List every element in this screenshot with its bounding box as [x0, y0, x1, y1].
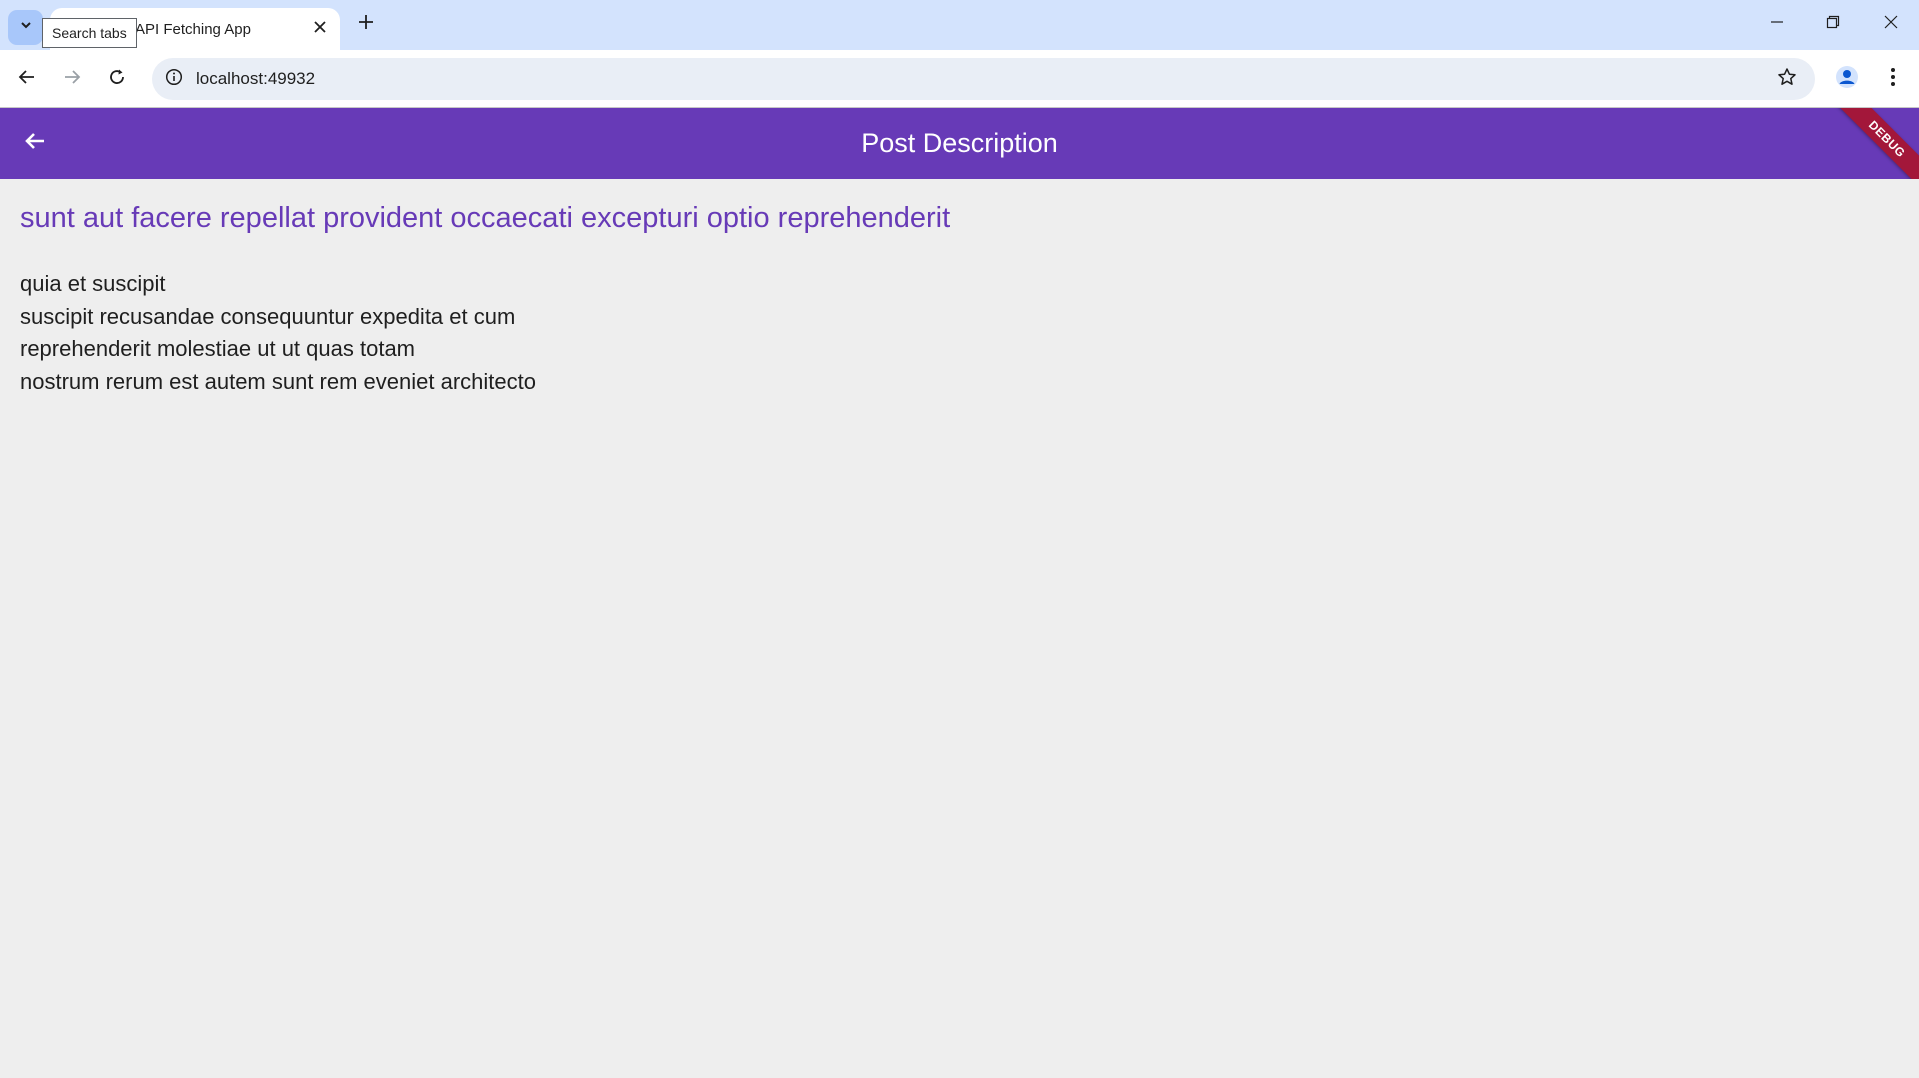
post-title: sunt aut facere repellat provident occae… — [20, 202, 951, 234]
close-window-button[interactable] — [1871, 8, 1911, 40]
restore-button[interactable] — [1813, 8, 1853, 40]
app-bar: Post Description DEBUG — [0, 108, 1919, 179]
star-icon — [1777, 67, 1797, 92]
forward-button[interactable] — [55, 62, 89, 96]
url-text[interactable]: localhost:49932 — [196, 69, 315, 89]
bookmark-button[interactable] — [1775, 67, 1799, 91]
plus-icon — [358, 14, 374, 35]
search-tabs-tooltip: Search tabs — [42, 18, 137, 48]
browser-menu-button[interactable] — [1876, 62, 1910, 96]
arrow-left-icon — [23, 129, 47, 158]
arrow-right-icon — [63, 68, 81, 91]
site-info-button[interactable] — [162, 67, 186, 91]
tab-close-button[interactable] — [308, 17, 332, 41]
debug-banner: DEBUG — [1829, 108, 1919, 179]
new-tab-button[interactable] — [352, 10, 380, 38]
back-button[interactable] — [10, 62, 44, 96]
browser-toolbar: localhost:49932 — [0, 50, 1919, 108]
app-back-button[interactable] — [14, 122, 56, 164]
arrow-left-icon — [18, 68, 36, 91]
avatar-icon — [1835, 65, 1859, 94]
reload-button[interactable] — [100, 62, 134, 96]
reload-icon — [108, 68, 126, 91]
kebab-menu-icon — [1890, 67, 1896, 92]
close-icon — [314, 20, 326, 38]
minimize-button[interactable] — [1757, 8, 1797, 40]
restore-icon — [1826, 15, 1840, 34]
info-icon — [165, 68, 183, 91]
page-title: Post Description — [861, 128, 1058, 158]
address-bar[interactable]: localhost:49932 — [152, 58, 1815, 100]
close-icon — [1884, 15, 1898, 34]
post-detail-content: sunt aut facere repellat provident occae… — [0, 179, 1919, 1078]
minimize-icon — [1770, 15, 1784, 34]
tab-title: API Fetching App — [135, 21, 251, 38]
browser-tabstrip: API Fetching App Search tabs — [0, 0, 1919, 50]
profile-button[interactable] — [1830, 62, 1864, 96]
post-body: quia et suscipit suscipit recusandae con… — [20, 271, 536, 394]
chevron-down-icon — [18, 17, 34, 38]
tab-search-button[interactable] — [8, 10, 43, 45]
